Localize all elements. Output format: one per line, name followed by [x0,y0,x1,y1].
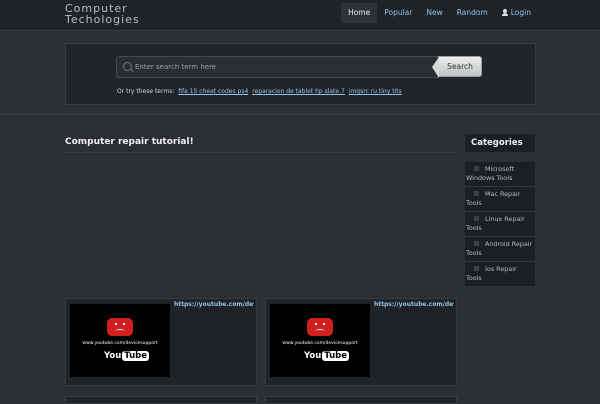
nav-random[interactable]: Random [450,3,495,23]
suggested-term-link[interactable]: imgsrc ru tiny tits [349,88,402,95]
bullet-icon [474,166,479,171]
video-link[interactable]: https://youtube.com/devi [374,301,454,308]
category-item[interactable]: Ios Repair Tools [465,262,535,287]
nav-login[interactable]: Login [495,3,538,23]
suggested-terms-label: Or try these terms: [117,88,175,95]
category-item[interactable]: Microsoft Windows Tools [465,162,535,187]
thumbnail-url: www.youtube.com/devicesupport [82,341,158,346]
youtube-logo: You Tube [104,349,150,363]
search-panel: Search Or try these terms: fifa 15 cheat… [65,43,536,105]
youtube-logo: You Tube [304,349,350,363]
top-bar: Computer Techologies Home Popular New Ra… [0,0,600,31]
user-icon [501,9,508,16]
video-link[interactable]: https://youtube.com/devi [174,301,254,308]
main-nav: Home Popular New Random Login [341,3,538,23]
nav-popular[interactable]: Popular [377,3,419,23]
bullet-icon [474,241,479,246]
video-card-partial [65,396,257,404]
video-unavailable-icon [307,318,333,336]
thumbnail-url: www.youtube.com/devicesupport [282,341,358,346]
suggested-term-link[interactable]: fifa 15 cheat codes ps4 [178,88,248,95]
suggested-terms: Or try these terms: fifa 15 cheat codes … [117,88,402,95]
bullet-icon [474,266,479,271]
bullet-icon [474,216,479,221]
video-unavailable-icon [107,318,133,336]
category-item[interactable]: Android Repair Tools [465,237,535,262]
suggested-term-link[interactable]: reparacion de tablet hp slate 7 [252,88,345,95]
nav-home[interactable]: Home [341,3,378,23]
site-brand[interactable]: Computer Techologies [65,3,155,25]
search-input[interactable] [135,57,435,77]
video-card: www.youtube.com/devicesupport You Tube ht… [265,298,457,386]
video-card: www.youtube.com/devicesupport You Tube ht… [65,298,257,386]
youtube-logo-tube: Tube [122,351,150,361]
category-item[interactable]: Linux Repair Tools [465,212,535,237]
category-list: Microsoft Windows Tools Mac Repair Tools… [465,162,535,287]
category-item[interactable]: Mac Repair Tools [465,187,535,212]
categories-sidebar: Categories Microsoft Windows Tools Mac R… [465,134,535,287]
search-icon [123,62,132,71]
page-title: Computer repair tutorial! [65,137,194,147]
youtube-logo-you: You [104,351,122,361]
video-card-partial [265,396,457,404]
youtube-logo-you: You [304,351,322,361]
search-button[interactable]: Search [432,56,482,78]
youtube-logo-tube: Tube [322,351,350,361]
title-divider [65,152,455,153]
nav-new[interactable]: New [419,3,449,23]
video-thumbnail[interactable]: www.youtube.com/devicesupport You Tube [270,304,370,377]
search-box [116,56,439,78]
nav-login-label: Login [510,8,531,17]
sidebar-title: Categories [465,134,535,152]
section-divider [0,114,600,115]
video-thumbnail[interactable]: www.youtube.com/devicesupport You Tube [70,304,170,377]
bullet-icon [474,191,479,196]
